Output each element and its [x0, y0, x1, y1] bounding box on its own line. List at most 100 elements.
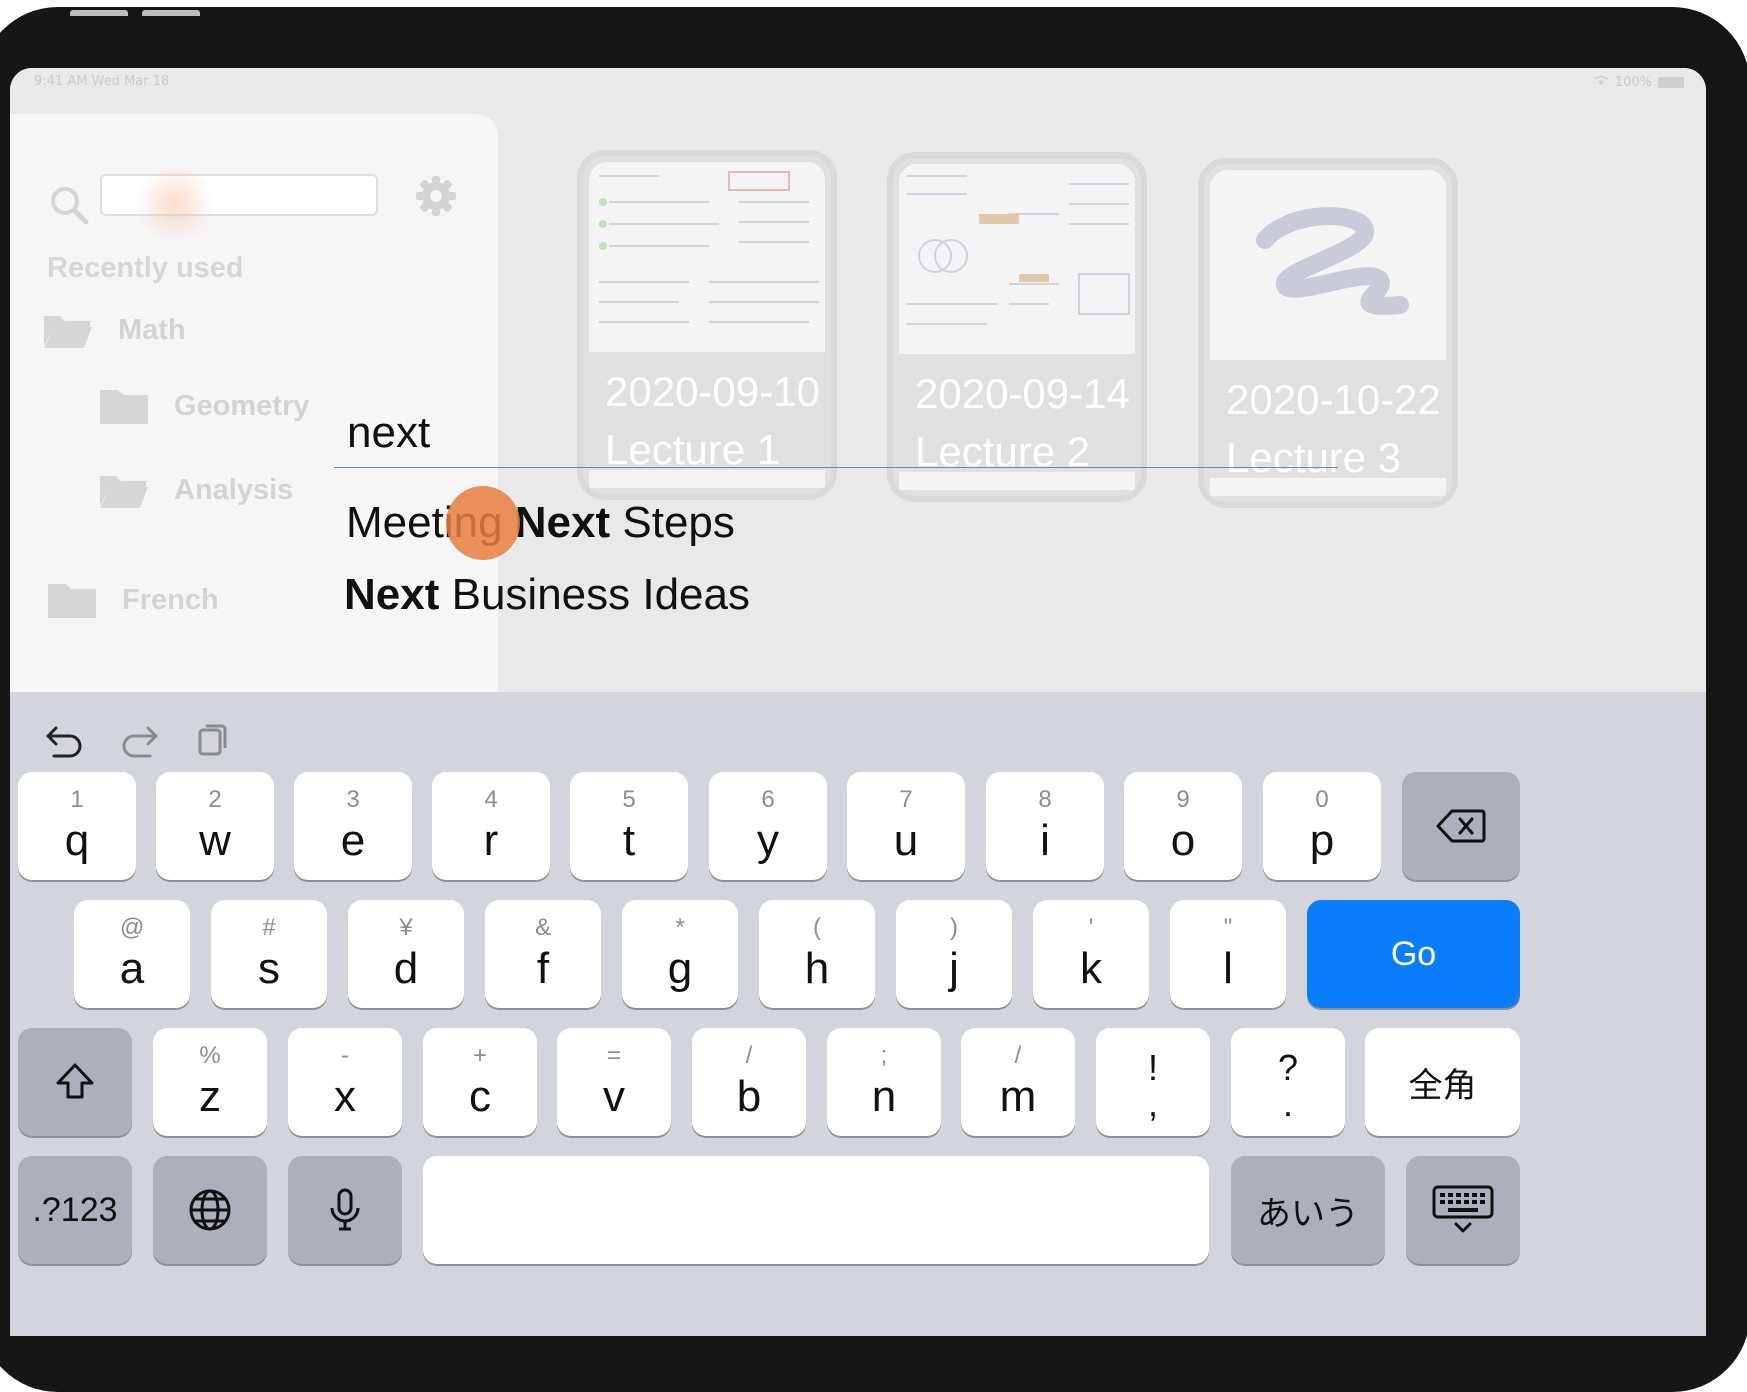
key-alt-label: & [534, 914, 551, 941]
key-label: n [871, 1072, 897, 1121]
key-a[interactable]: @ a [74, 900, 190, 1008]
notebook-title: Lecture 2 [915, 428, 1091, 475]
notebook-card[interactable]: 2020-09-14 Lecture 2 [887, 152, 1147, 502]
key-o[interactable]: 9o [1124, 772, 1242, 880]
paste-icon[interactable] [190, 718, 232, 760]
key-alt-label: 7 [899, 786, 913, 813]
key-m[interactable]: / m [961, 1028, 1075, 1136]
key-x[interactable]: -x [288, 1028, 402, 1136]
screen: 9:41 AM Wed Mar 18 100% Recently used Ma… [10, 68, 1706, 1336]
recently-used-label: Recently used [47, 252, 244, 284]
key-u[interactable]: 7u [847, 772, 965, 880]
undo-icon[interactable] [44, 718, 86, 760]
sidebar-item-analysis[interactable]: Analysis [98, 470, 293, 510]
status-time: 9:41 AM Wed Mar 18 [34, 74, 170, 89]
key-alt-label: ; [880, 1042, 888, 1069]
suggestion-item[interactable]: Next Business Ideas [344, 570, 750, 620]
key-comma[interactable]: !, [1096, 1028, 1210, 1136]
full-width-label: 全角 [1408, 1066, 1477, 1105]
search-query-field[interactable]: next [347, 408, 430, 458]
backspace-icon [1402, 772, 1520, 880]
key-h[interactable]: (h [759, 900, 875, 1008]
sidebar-item-geometry[interactable]: Geometry [98, 386, 309, 426]
backspace-key[interactable] [1402, 772, 1520, 880]
globe-key[interactable] [153, 1156, 267, 1264]
key-d[interactable]: ¥ d [348, 900, 464, 1008]
key-period[interactable]: ?. [1231, 1028, 1345, 1136]
kana-key[interactable]: あいう [1231, 1156, 1385, 1264]
dismiss-keyboard-key[interactable] [1406, 1156, 1520, 1264]
sidebar-item-french[interactable]: French [46, 580, 219, 620]
key-alt-label: = [606, 1042, 621, 1069]
sidebar-item-math[interactable]: Math [42, 310, 186, 350]
key-label: z [199, 1072, 221, 1121]
key-w[interactable]: 2w [156, 772, 274, 880]
sidebar-item-label: Geometry [174, 389, 310, 422]
gear-icon[interactable] [414, 174, 458, 218]
key-alt-label: - [341, 1042, 349, 1069]
key-b[interactable]: / b [692, 1028, 806, 1136]
key-q[interactable]: 1q [18, 772, 136, 880]
key-v[interactable]: = v [557, 1028, 671, 1136]
notebook-date: 2020-09-10 [605, 368, 820, 415]
suggestion-match: Next [514, 498, 611, 547]
status-right: 100% [1593, 74, 1684, 90]
key-c[interactable]: + c [423, 1028, 537, 1136]
key-alt-label: 1 [70, 786, 84, 813]
key-label: u [893, 816, 919, 865]
kana-label: あいう [1257, 1194, 1359, 1233]
suggestion-item[interactable]: Meeting Next Steps [346, 498, 735, 548]
key-label: k [1080, 944, 1102, 993]
space-label [423, 1156, 1209, 1264]
numbers-key[interactable]: .?123 [18, 1156, 132, 1264]
key-t[interactable]: 5t [570, 772, 688, 880]
keyboard-dismiss-icon [1406, 1156, 1520, 1264]
key-label: j [949, 944, 959, 993]
key-alt-label: * [675, 914, 685, 941]
key-alt-label: % [199, 1042, 221, 1069]
dictation-key[interactable] [288, 1156, 402, 1264]
key-k[interactable]: ' k [1033, 900, 1149, 1008]
key-l[interactable]: " l [1170, 900, 1286, 1008]
volume-button [70, 10, 128, 16]
key-n[interactable]: ; n [827, 1028, 941, 1136]
key-j[interactable]: ) j [896, 900, 1012, 1008]
notebook-card[interactable]: 2020-09-10 Lecture 1 [577, 150, 837, 500]
key-alt-label: 5 [622, 786, 636, 813]
key-s[interactable]: # s [211, 900, 327, 1008]
notebook-card[interactable]: 2020-10-22 Lecture 3 [1198, 158, 1458, 508]
key-label: c [469, 1072, 491, 1121]
touch-highlight [135, 164, 215, 244]
key-f[interactable]: & f [485, 900, 601, 1008]
folder-icon [100, 390, 148, 424]
globe-icon [153, 1156, 267, 1264]
key-alt-label: @ [119, 914, 145, 941]
space-bar[interactable] [423, 1156, 1209, 1264]
key-label: h [804, 944, 830, 993]
suggestion-text: Business Ideas [439, 570, 750, 619]
key-label: v [603, 1072, 625, 1121]
redo-icon[interactable] [118, 718, 160, 760]
key-g[interactable]: * g [622, 900, 738, 1008]
key-r[interactable]: 4r [432, 772, 550, 880]
shift-key[interactable] [18, 1028, 132, 1136]
key-p[interactable]: 0p [1263, 772, 1381, 880]
key-alt-label: ( [813, 914, 821, 941]
key-label: b [736, 1072, 762, 1121]
full-width-key[interactable]: 全角 [1365, 1028, 1520, 1136]
key-label: e [340, 816, 366, 865]
key-alt-label: " [1223, 914, 1233, 941]
key-e[interactable]: 3e [294, 772, 412, 880]
key-z[interactable]: % z [153, 1028, 267, 1136]
key-alt-label: 4 [484, 786, 498, 813]
search-icon[interactable] [48, 184, 90, 226]
suggestion-text: Steps [610, 498, 735, 547]
key-alt-label: ) [950, 914, 958, 941]
key-y[interactable]: 6y [709, 772, 827, 880]
go-button[interactable]: Go [1307, 900, 1520, 1008]
key-alt-label: + [472, 1042, 487, 1069]
key-alt-label: ? [1277, 1047, 1299, 1088]
key-label: w [199, 816, 231, 865]
shift-icon [18, 1028, 132, 1136]
key-i[interactable]: 8i [986, 772, 1104, 880]
